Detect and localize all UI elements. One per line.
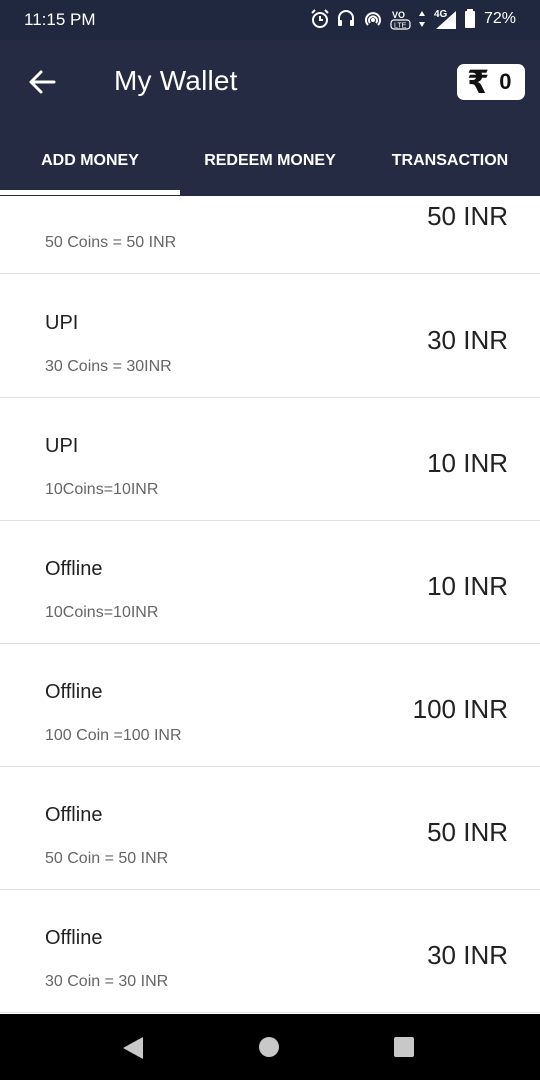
package-price: 30 INR: [427, 940, 508, 970]
package-description: 50 Coin = 50 INR: [45, 850, 169, 867]
package-description: 100 Coin =100 INR: [45, 727, 182, 744]
system-nav-bar: [0, 1014, 540, 1080]
tab-add-money[interactable]: ADD MONEY: [0, 126, 180, 196]
status-time: 11:15 PM: [24, 10, 96, 29]
headset-icon: [337, 10, 354, 26]
package-price: 50 INR: [427, 817, 508, 847]
back-arrow-icon[interactable]: [28, 66, 56, 98]
status-bar: 11:15 PM VO LTE 4G 72%: [0, 0, 540, 40]
list-item[interactable]: UPI 10Coins=10INR 10 INR: [0, 398, 540, 521]
package-description: 30 Coins = 30INR: [45, 358, 172, 375]
package-description: 10Coins=10INR: [45, 604, 159, 621]
battery-icon: [464, 9, 475, 28]
active-tab-indicator: [0, 190, 180, 195]
volte-icon: VO LTE: [390, 10, 411, 30]
coin-package-list[interactable]: 50 Coins = 50 INR 50 INR UPI 30 Coins = …: [0, 196, 540, 1014]
battery-percent: 72%: [483, 10, 516, 27]
hotspot-icon: [365, 12, 381, 26]
list-item[interactable]: 50 Coins = 50 INR 50 INR: [0, 196, 540, 274]
list-item[interactable]: Offline 30 Coin = 30 INR 30 INR: [0, 890, 540, 1013]
nav-recents-icon[interactable]: [393, 1036, 415, 1058]
data-arrows-icon: [418, 11, 425, 27]
payment-method: Offline: [45, 558, 103, 580]
page-title: My Wallet: [114, 65, 238, 96]
rupee-icon: ₹: [467, 64, 490, 100]
tab-bar: ADD MONEY REDEEM MONEY TRANSACTION: [0, 126, 540, 196]
package-price: 10 INR: [427, 571, 508, 601]
payment-method: Offline: [45, 681, 103, 703]
package-price: 50 INR: [427, 201, 508, 231]
package-price: 100 INR: [412, 694, 508, 724]
payment-method: UPI: [45, 312, 79, 334]
package-description: 50 Coins = 50 INR: [45, 234, 177, 251]
package-price: 10 INR: [427, 448, 508, 478]
nav-back-icon[interactable]: [122, 1036, 144, 1060]
svg-text:LTE: LTE: [394, 23, 407, 30]
app-bar: My Wallet ₹ 0: [0, 40, 540, 126]
package-description: 30 Coin = 30 INR: [45, 973, 169, 990]
payment-method: UPI: [45, 435, 79, 457]
package-price: 30 INR: [427, 325, 508, 355]
package-description: 10Coins=10INR: [45, 481, 159, 498]
network-type-label: 4G: [434, 9, 448, 20]
nav-home-icon[interactable]: [258, 1036, 280, 1058]
status-icons: VO LTE 4G 72%: [310, 8, 516, 30]
list-item[interactable]: Offline 10Coins=10INR 10 INR: [0, 521, 540, 644]
svg-text:VO: VO: [392, 10, 405, 20]
payment-method: Offline: [45, 927, 103, 949]
signal-4g-icon: 4G: [434, 9, 456, 29]
alarm-icon: [311, 9, 329, 28]
list-item[interactable]: Offline 100 Coin =100 INR 100 INR: [0, 644, 540, 767]
balance-amount: 0: [499, 69, 512, 94]
wallet-balance-badge[interactable]: ₹ 0: [457, 64, 525, 100]
list-item[interactable]: UPI 30 Coins = 30INR 30 INR: [0, 275, 540, 398]
tab-redeem-money[interactable]: REDEEM MONEY: [180, 126, 360, 196]
payment-method: Offline: [45, 804, 103, 826]
list-item[interactable]: Offline 50 Coin = 50 INR 50 INR: [0, 767, 540, 890]
tab-transaction[interactable]: TRANSACTION: [360, 126, 540, 196]
